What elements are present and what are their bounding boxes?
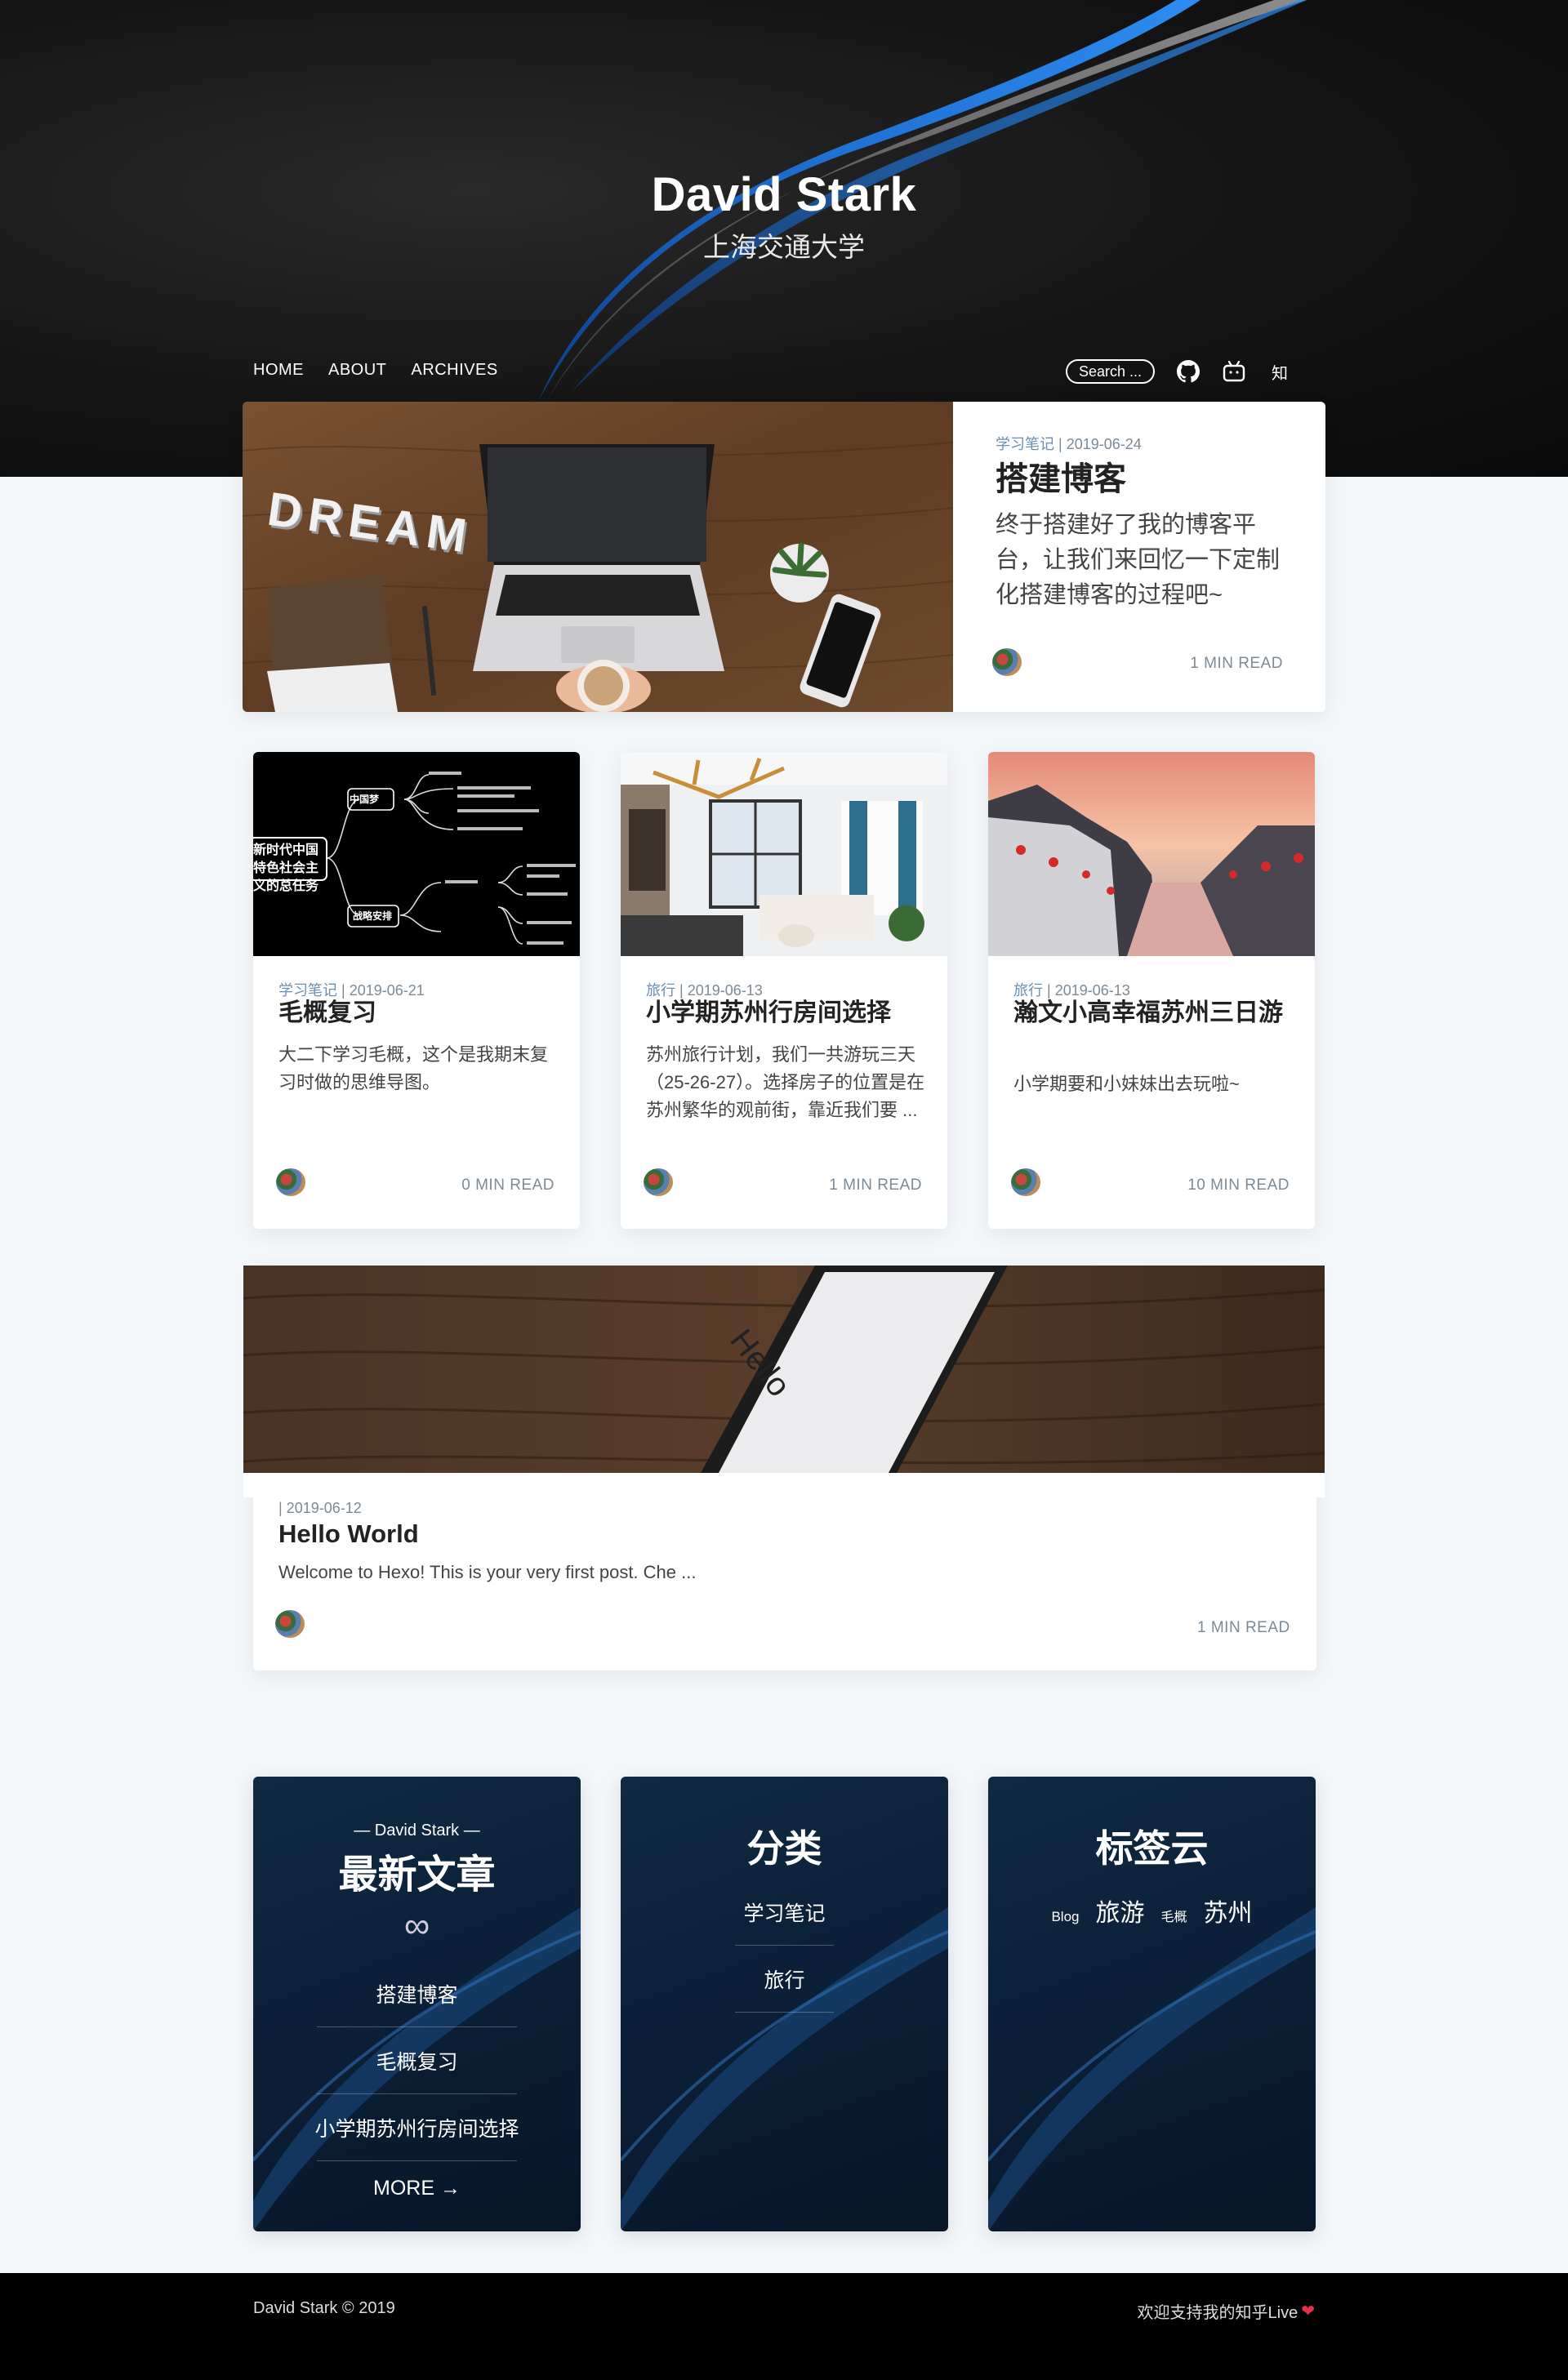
post-meta: 旅行 | 2019-06-13 — [646, 979, 763, 1000]
tag-link[interactable]: Blog — [1051, 1909, 1079, 1925]
divider — [735, 1945, 834, 1946]
recent-post-link[interactable]: 毛概复习 — [317, 2046, 517, 2075]
github-icon[interactable] — [1176, 359, 1200, 384]
post-meta: 学习笔记 | 2019-06-21 — [278, 979, 425, 1000]
tag-link[interactable]: 毛概 — [1161, 1906, 1187, 1925]
footer-live-link[interactable]: 欢迎支持我的知乎Live ❤ — [1138, 2299, 1315, 2323]
categories-widget: 分类 学习笔记 旅行 — [621, 1777, 948, 2231]
post-image — [988, 752, 1315, 956]
post-category[interactable]: 旅行 — [1013, 982, 1043, 999]
author-avatar[interactable] — [992, 648, 1022, 676]
read-time: 0 MIN READ — [461, 1177, 555, 1194]
post-date: | 2019-06-21 — [341, 982, 425, 999]
read-time: 1 MIN READ — [1197, 1619, 1290, 1636]
post-card[interactable]: 旅行 | 2019-06-13 小学期苏州行房间选择 苏州旅行计划，我们一共游玩… — [621, 752, 947, 1229]
mindmap-node: 战略安排 — [353, 910, 393, 922]
post-date: | 2019-06-13 — [1047, 982, 1130, 999]
post-card[interactable]: 旅行 | 2019-06-13 瀚文小高幸福苏州三日游 小学期要和小妹妹出去玩啦… — [988, 752, 1315, 1229]
post-meta: 学习笔记 | 2019-06-24 — [996, 433, 1142, 454]
divider — [735, 2012, 834, 2013]
post-title[interactable]: 搭建博客 — [996, 452, 1126, 500]
more-link[interactable]: MORE → — [317, 2177, 517, 2200]
post-excerpt: 苏州旅行计划，我们一共游玩三天（25-26-27）。选择房子的位置是在苏州繁华的… — [646, 1044, 925, 1120]
nav-archives[interactable]: ARCHIVES — [411, 361, 497, 380]
post-category[interactable]: 学习笔记 — [996, 436, 1054, 452]
widget-title: 标签云 — [1095, 1827, 1209, 1870]
mindmap-center: 新时代中国特色社会主义的总任务 — [253, 843, 319, 893]
author-avatar[interactable] — [275, 1610, 305, 1638]
read-time: 10 MIN READ — [1187, 1177, 1290, 1194]
widget-author: — David Stark — — [354, 1822, 480, 1839]
tag-cloud: Blog 旅游 毛概 苏州 — [988, 1893, 1316, 1928]
recent-posts-widget: — David Stark — 最新文章 ∞ 搭建博客 毛概复习 小学期苏州行房… — [253, 1777, 581, 2231]
search-button[interactable]: Search ... — [1066, 359, 1156, 384]
post-title[interactable]: Hello World — [278, 1519, 419, 1549]
post-card[interactable]: 新时代中国特色社会主义的总任务 中国梦 战略安排 学习笔记 | 2019-06-… — [253, 752, 580, 1229]
post-meta: 旅行 | 2019-06-13 — [1013, 979, 1130, 1000]
post-date: | 2019-06-24 — [1058, 436, 1142, 452]
post-image — [621, 752, 947, 956]
infinity-icon: ∞ — [403, 1906, 430, 1946]
category-link[interactable]: 旅行 — [735, 1964, 834, 1994]
post-date: | 2019-06-13 — [679, 982, 763, 999]
author-avatar[interactable] — [276, 1168, 305, 1196]
bilibili-icon[interactable] — [1222, 359, 1246, 384]
featured-post-card[interactable]: DREAM 学习笔记 | 2019-06-24 搭建博客 终于搭建好了我的博客平… — [243, 402, 1325, 712]
nav-home[interactable]: HOME — [253, 361, 304, 380]
recent-post-link[interactable]: 小学期苏州行房间选择 — [302, 2113, 532, 2142]
post-image: 新时代中国特色社会主义的总任务 中国梦 战略安排 — [253, 752, 580, 956]
footer-copyright: David Stark © 2019 — [253, 2299, 395, 2317]
post-title[interactable]: 毛概复习 — [278, 999, 556, 1028]
author-avatar[interactable] — [644, 1168, 673, 1196]
author-avatar[interactable] — [1011, 1168, 1040, 1196]
tag-link[interactable]: 旅游 — [1096, 1893, 1145, 1928]
zhihu-icon[interactable]: 知 — [1267, 359, 1292, 384]
nav-about[interactable]: ABOUT — [328, 361, 386, 380]
hello-image-base — [243, 1473, 1325, 1497]
post-excerpt: 大二下学习毛概，这个是我期末复习时做的思维导图。 — [278, 1044, 549, 1092]
heart-icon: ❤ — [1301, 2302, 1315, 2320]
post-excerpt: 终于搭建好了我的博客平台，让我们来回忆一下定制化搭建博客的过程吧~ — [996, 512, 1281, 608]
widget-title: 分类 — [746, 1827, 822, 1870]
post-category[interactable]: 旅行 — [646, 982, 675, 999]
divider — [317, 2093, 517, 2094]
divider — [317, 2026, 517, 2027]
post-meta: | 2019-06-12 — [278, 1500, 362, 1517]
post-title[interactable]: 小学期苏州行房间选择 — [646, 999, 932, 1028]
site-subtitle: 上海交通大学 — [703, 232, 865, 262]
post-date: | 2019-06-12 — [278, 1500, 362, 1516]
footer-live-text[interactable]: 欢迎支持我的知乎Live — [1138, 2299, 1298, 2323]
footer: David Stark © 2019 欢迎支持我的知乎Live ❤ — [0, 2273, 1568, 2380]
read-time: 1 MIN READ — [1190, 655, 1283, 672]
main-nav: HOME ABOUT ARCHIVES — [253, 361, 498, 380]
tag-cloud-widget: 标签云 Blog 旅游 毛概 苏州 — [988, 1777, 1316, 2231]
post-title[interactable]: 瀚文小高幸福苏州三日游 — [1013, 999, 1291, 1028]
divider — [317, 2160, 517, 2161]
post-excerpt: Welcome to Hexo! This is your very first… — [278, 1562, 697, 1582]
nav-tools: Search ... 知 — [1066, 359, 1292, 384]
mindmap-node: 中国梦 — [350, 794, 380, 805]
featured-post-image — [243, 402, 953, 712]
post-excerpt: 小学期要和小妹妹出去玩啦~ — [1013, 1074, 1240, 1094]
tag-link[interactable]: 苏州 — [1204, 1893, 1253, 1928]
site-title: David Stark — [651, 168, 917, 221]
read-time: 1 MIN READ — [829, 1177, 922, 1194]
recent-post-link[interactable]: 搭建博客 — [317, 1979, 517, 2009]
post-category[interactable]: 学习笔记 — [278, 982, 337, 999]
widget-title: 最新文章 — [338, 1853, 496, 1897]
category-link[interactable]: 学习笔记 — [735, 1897, 834, 1927]
